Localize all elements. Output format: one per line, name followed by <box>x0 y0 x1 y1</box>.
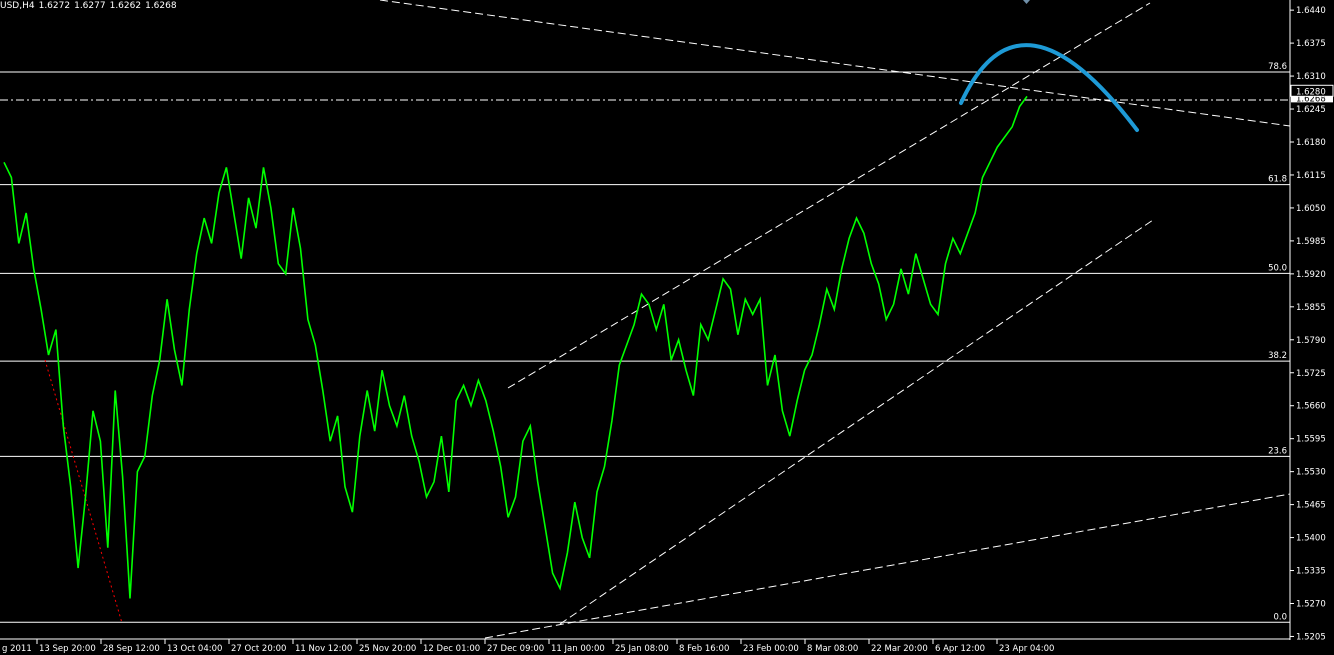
current-price-tag: 1.6280 <box>1296 87 1326 97</box>
y-tick-label: 1.5985 <box>1296 237 1326 247</box>
x-tick-label: 11 Nov 12:00 <box>295 644 352 654</box>
x-tick-label: 8 Feb 16:00 <box>679 644 729 654</box>
fib-level-label: 0.0 <box>1273 612 1287 622</box>
y-tick-label: 1.5660 <box>1296 402 1326 412</box>
channel-lower-line[interactable] <box>559 219 1154 625</box>
time-axis[interactable]: g 2011 13 Sep 20:00 28 Sep 12:00 13 Oct 04:… <box>2 639 1054 654</box>
descending-trendline[interactable] <box>379 0 1291 127</box>
channel-upper-line[interactable] <box>507 2 1151 389</box>
y-tick-label: 1.6440 <box>1296 6 1326 16</box>
x-tick-label: 6 Apr 12:00 <box>935 644 985 654</box>
x-tick-label: 25 Jan 08:00 <box>615 644 669 654</box>
y-tick-label: 1.5400 <box>1296 534 1326 544</box>
y-tick-label: 1.6115 <box>1296 171 1326 181</box>
x-tick-label: g 2011 <box>2 644 32 654</box>
y-tick-label: 1.5465 <box>1296 501 1326 511</box>
y-tick-label: 1.5205 <box>1296 632 1326 642</box>
y-tick-label: 1.5920 <box>1296 270 1326 280</box>
y-tick-label: 1.5725 <box>1296 369 1326 379</box>
chart-window[interactable]: USD,H4 1.6272 1.6277 1.6262 1.6268 78.6 61.8 5… <box>0 0 1334 655</box>
arrow-marker-icon <box>1023 0 1030 4</box>
x-tick-label: 27 Oct 20:00 <box>231 644 286 654</box>
long-support-line[interactable] <box>484 493 1291 639</box>
price-tags: 1.62681.6280 <box>1290 84 1334 104</box>
fib-level-label: 38.2 <box>1268 351 1287 361</box>
fibonacci-levels: 78.6 61.8 50.0 38.2 23.6 0.0 <box>0 62 1290 623</box>
x-tick-label: 25 Nov 20:00 <box>359 644 416 654</box>
fib-level-label: 78.6 <box>1268 62 1287 72</box>
price-series-line <box>3 95 1028 599</box>
x-tick-label: 13 Oct 04:00 <box>167 644 222 654</box>
y-tick-label: 1.6310 <box>1296 72 1326 82</box>
y-tick-label: 1.5530 <box>1296 468 1326 478</box>
x-tick-label: 13 Sep 20:00 <box>39 644 96 654</box>
y-tick-label: 1.5855 <box>1296 303 1326 313</box>
price-chart[interactable]: 78.6 61.8 50.0 38.2 23.6 0.0 1.6440 1.6375 1.63… <box>0 0 1334 655</box>
y-tick-label: 1.5595 <box>1296 435 1326 445</box>
y-tick-label: 1.5335 <box>1296 567 1326 577</box>
x-tick-label: 12 Dec 01:00 <box>423 644 480 654</box>
y-tick-label: 1.5270 <box>1296 600 1326 610</box>
fib-level-label: 50.0 <box>1268 263 1287 273</box>
x-tick-label: 11 Jan 00:00 <box>551 644 605 654</box>
x-tick-label: 28 Sep 12:00 <box>103 644 160 654</box>
y-tick-label: 1.5790 <box>1296 336 1326 346</box>
y-tick-label: 1.6180 <box>1296 138 1326 148</box>
y-tick-label: 1.6245 <box>1296 105 1326 115</box>
x-tick-label: 23 Feb 00:00 <box>743 644 799 654</box>
y-tick-label: 1.6050 <box>1296 204 1326 214</box>
x-tick-label: 23 Apr 04:00 <box>999 644 1054 654</box>
fib-level-label: 23.6 <box>1268 446 1287 456</box>
forecast-arc[interactable] <box>959 43 1139 132</box>
x-tick-label: 22 Mar 20:00 <box>871 644 928 654</box>
trendlines <box>0 0 1291 639</box>
x-tick-label: 8 Mar 08:00 <box>807 644 858 654</box>
x-tick-label: 27 Dec 09:00 <box>487 644 544 654</box>
y-tick-label: 1.6375 <box>1296 39 1326 49</box>
fib-level-label: 61.8 <box>1268 175 1287 185</box>
